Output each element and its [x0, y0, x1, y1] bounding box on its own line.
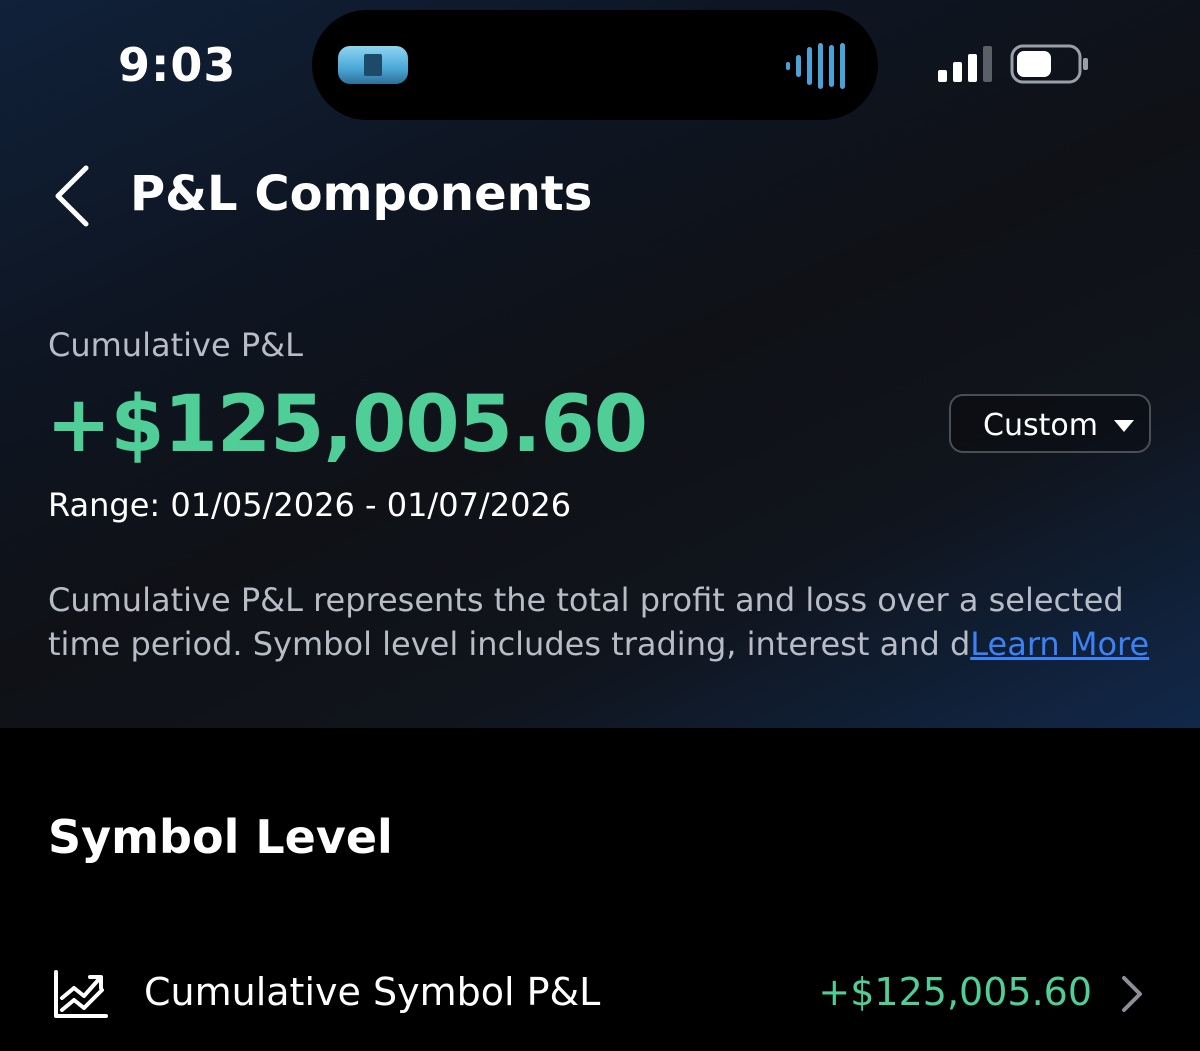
learn-more-link[interactable]: Learn More [970, 625, 1149, 663]
audio-waveform-icon [786, 43, 845, 89]
description-text: Cumulative P&L represents the total prof… [48, 581, 1124, 663]
row-label: Cumulative Symbol P&L [144, 970, 601, 1014]
cumulative-pnl-label: Cumulative P&L [48, 326, 303, 364]
pnl-summary-panel: 9:03 P&L Components Cumulative P&L +$125… [0, 0, 1200, 728]
list-item-cumulative-symbol-pnl[interactable]: Cumulative Symbol P&L +$125,005.60 [0, 950, 1200, 1040]
dynamic-island [312, 10, 878, 120]
caret-down-icon [1114, 420, 1134, 432]
live-activity-app-icon [338, 46, 408, 84]
status-time: 9:03 [118, 38, 237, 92]
page-title: P&L Components [130, 166, 593, 222]
pnl-description: Cumulative P&L represents the total prof… [48, 578, 1158, 666]
period-selector-dropdown[interactable]: Custom [949, 394, 1151, 453]
back-chevron-icon[interactable] [48, 164, 96, 228]
section-title-symbol-level: Symbol Level [48, 810, 393, 864]
battery-icon [1010, 44, 1088, 84]
trend-chart-icon [54, 970, 108, 1018]
period-selector-label: Custom [983, 408, 1098, 443]
date-range: Range: 01/05/2026 - 01/07/2026 [48, 486, 572, 524]
chevron-right-icon [1122, 976, 1142, 1012]
row-value: +$125,005.60 [818, 970, 1092, 1014]
cellular-signal-icon [938, 46, 992, 82]
cumulative-pnl-value: +$125,005.60 [46, 380, 648, 470]
